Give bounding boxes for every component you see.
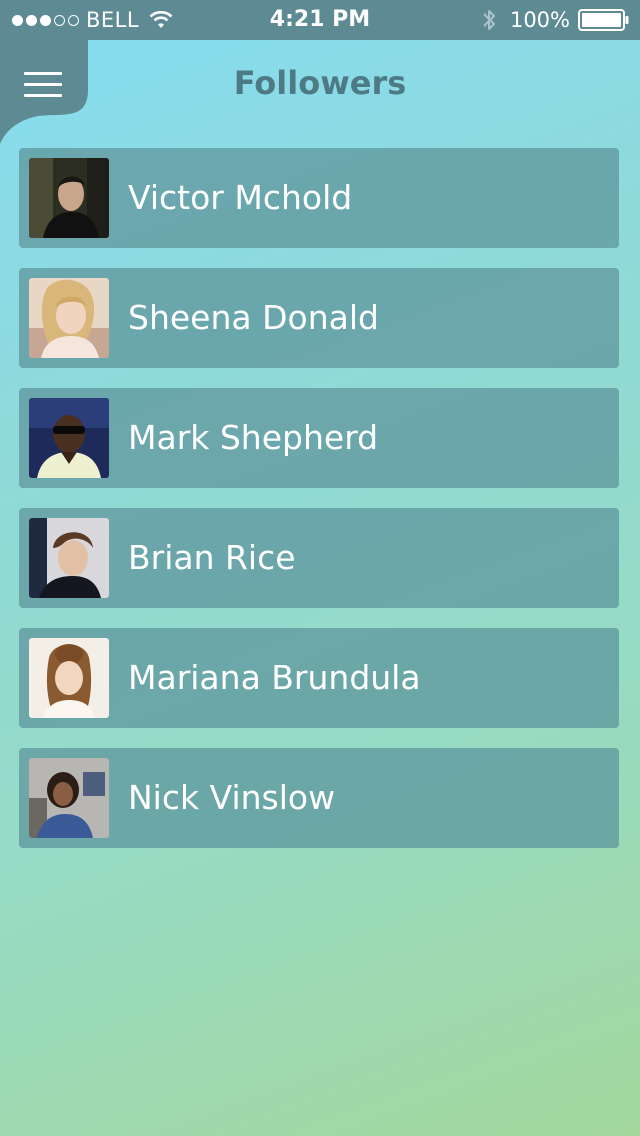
avatar [29, 158, 109, 238]
avatar [29, 518, 109, 598]
follower-name: Mariana Brundula [128, 658, 421, 697]
page-title: Followers [233, 64, 407, 102]
list-item-follower[interactable]: Victor Mchold [19, 148, 619, 248]
battery-percentage: 100% [509, 8, 570, 32]
follower-name: Sheena Donald [128, 298, 379, 337]
follower-name: Brian Rice [128, 538, 296, 577]
list-item-follower[interactable]: Mark Shepherd [19, 388, 619, 488]
list-item-follower[interactable]: Sheena Donald [19, 268, 619, 368]
list-item-follower[interactable]: Mariana Brundula [19, 628, 619, 728]
battery-icon [578, 9, 629, 31]
avatar [29, 278, 109, 358]
status-right: 100% [482, 0, 630, 40]
follower-name: Victor Mchold [128, 178, 353, 217]
followers-list: Victor Mchold Sheena Donald Mark Shepher… [19, 148, 619, 868]
avatar [29, 398, 109, 478]
avatar [29, 758, 109, 838]
status-bar: BELL 4:21 PM 100% [0, 0, 640, 40]
list-item-follower[interactable]: Nick Vinslow [19, 748, 619, 848]
bluetooth-icon [483, 10, 495, 30]
follower-name: Mark Shepherd [128, 418, 379, 457]
list-item-follower[interactable]: Brian Rice [19, 508, 619, 608]
avatar [29, 638, 109, 718]
follower-name: Nick Vinslow [128, 778, 336, 817]
